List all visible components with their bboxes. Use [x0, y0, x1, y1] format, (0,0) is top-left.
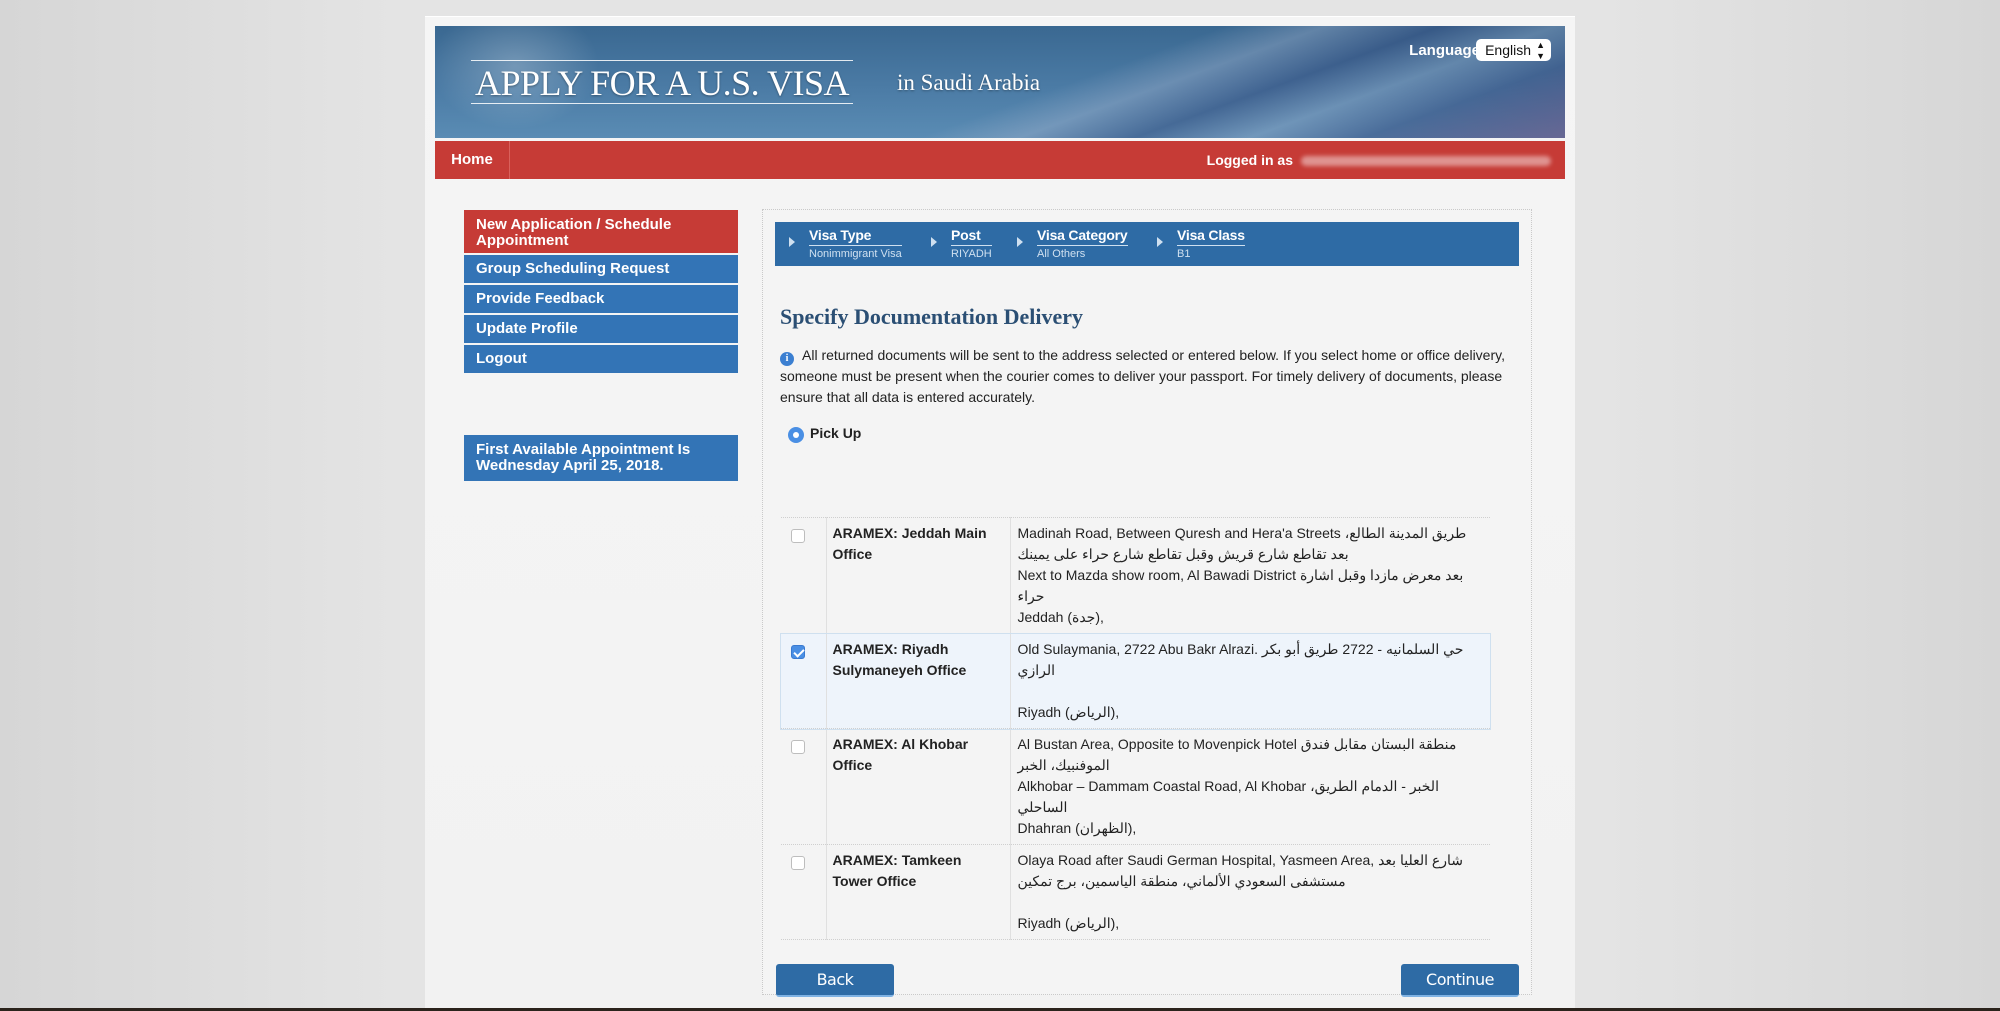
office-address-line: Al Bustan Area, Opposite to Movenpick Ho…	[1017, 736, 1457, 773]
office-row[interactable]: ARAMEX: Al Khobar Office Al Bustan Area, …	[781, 728, 1490, 845]
breadcrumb-title: Visa Type	[809, 227, 902, 246]
sidebar-item-update-profile[interactable]: Update Profile	[464, 315, 738, 343]
sidebar-item-logout[interactable]: Logout	[464, 345, 738, 373]
pickup-label: Pick Up	[810, 425, 862, 441]
office-name: ARAMEX: Jeddah Main Office	[826, 517, 1011, 634]
sidebar-item-provide-feedback[interactable]: Provide Feedback	[464, 285, 738, 313]
office-name: ARAMEX: Tamkeen Tower Office	[826, 844, 1011, 940]
office-address-line: Madinah Road, Between Quresh and Hera'a …	[1017, 525, 1467, 562]
page-container: APPLY FOR A U.S. VISA in Saudi Arabia La…	[425, 16, 1575, 1011]
office-address-line: Next to Mazda show room, Al Bawadi Distr…	[1017, 567, 1464, 604]
main-content: Visa Type Nonimmigrant Visa Post RIYADH …	[762, 209, 1532, 997]
breadcrumb-value: RIYADH	[951, 248, 992, 260]
breadcrumb-visa-category: Visa Category All Others	[1017, 227, 1128, 262]
pickup-radio[interactable]	[788, 427, 804, 443]
office-checkbox[interactable]	[791, 529, 805, 543]
breadcrumb-title: Visa Category	[1037, 227, 1128, 246]
breadcrumb-title: Visa Class	[1177, 227, 1245, 246]
office-checkbox-cell	[781, 517, 827, 634]
breadcrumb-title: Post	[951, 227, 992, 246]
breadcrumb-bar: Visa Type Nonimmigrant Visa Post RIYADH …	[775, 222, 1519, 266]
redacted-email	[1301, 156, 1551, 167]
office-row[interactable]: ARAMEX: Jeddah Main Office Madinah Road, …	[781, 517, 1490, 634]
office-address-line: Old Sulaymania, 2722 Abu Bakr Alrazi. حي…	[1017, 641, 1464, 678]
banner-title: APPLY FOR A U.S. VISA	[475, 63, 850, 103]
office-checkbox[interactable]	[791, 645, 805, 659]
banner-subtitle: in Saudi Arabia	[897, 70, 1041, 95]
office-address: Olaya Road after Saudi German Hospital, …	[1010, 845, 1490, 940]
office-address-line	[1018, 892, 1481, 913]
office-name: ARAMEX: Al Khobar Office	[826, 728, 1011, 845]
office-checkbox-cell	[781, 844, 827, 940]
language-select[interactable]: English ▲ ▼	[1476, 39, 1551, 61]
sidebar-item-new-application[interactable]: New Application / Schedule Appointment	[464, 210, 738, 253]
office-address-line: Riyadh (الرياض),	[1017, 915, 1120, 931]
breadcrumb-value: All Others	[1037, 248, 1086, 260]
office-checkbox-cell	[781, 728, 827, 845]
breadcrumb-post: Post RIYADH	[931, 227, 992, 262]
top-navbar: Home Logged in as	[435, 141, 1565, 179]
header-banner: APPLY FOR A U.S. VISA in Saudi Arabia La…	[435, 26, 1565, 138]
sidebar-item-group-scheduling[interactable]: Group Scheduling Request	[464, 255, 738, 283]
office-checkbox[interactable]	[791, 740, 805, 754]
office-address: Al Bustan Area, Opposite to Movenpick Ho…	[1010, 729, 1490, 845]
breadcrumb-arrow-icon	[789, 237, 795, 247]
breadcrumb-visa-type: Visa Type Nonimmigrant Visa	[789, 227, 902, 262]
info-message: i All returned documents will be sent to …	[780, 345, 1510, 408]
office-address-line	[1018, 681, 1481, 702]
breadcrumb-arrow-icon	[1157, 237, 1163, 247]
office-checkbox-cell	[781, 633, 827, 729]
continue-button[interactable]: Continue	[1401, 964, 1519, 997]
breadcrumb-arrow-icon	[1017, 237, 1023, 247]
breadcrumb-visa-class: Visa Class B1	[1157, 227, 1245, 262]
office-address-line: Alkhobar – Dammam Coastal Road, Al Khoba…	[1017, 778, 1439, 815]
back-button[interactable]: Back	[776, 964, 894, 997]
breadcrumb-value: B1	[1177, 248, 1191, 260]
office-address-line: Dhahran (الظهران),	[1017, 820, 1137, 836]
info-icon: i	[780, 352, 794, 366]
breadcrumb-value: Nonimmigrant Visa	[809, 248, 902, 260]
logged-in-status: Logged in as	[1207, 141, 1551, 179]
page-title: Specify Documentation Delivery	[780, 304, 1084, 329]
banner-title-wrap: APPLY FOR A U.S. VISA	[471, 60, 854, 104]
office-address: Old Sulaymania, 2722 Abu Bakr Alrazi. حي…	[1010, 634, 1490, 729]
first-available-appointment-notice: First Available Appointment Is Wednesday…	[464, 435, 738, 481]
language-label: Language:	[1409, 42, 1485, 59]
office-address-line: Riyadh (الرياض),	[1017, 704, 1120, 720]
office-address-line: Olaya Road after Saudi German Hospital, …	[1017, 852, 1464, 889]
office-row[interactable]: ARAMEX: Riyadh Sulymaneyeh Office Old Sul…	[780, 632, 1491, 730]
language-value: English	[1485, 42, 1531, 58]
sidebar-menu: New Application / Schedule Appointment G…	[464, 210, 738, 375]
office-row[interactable]: ARAMEX: Tamkeen Tower Office Olaya Road a…	[781, 844, 1490, 940]
pickup-option[interactable]: Pick Up	[788, 425, 861, 443]
office-checkbox[interactable]	[791, 856, 805, 870]
select-arrows-icon: ▲ ▼	[1536, 40, 1545, 61]
nav-home-link[interactable]: Home	[435, 141, 510, 179]
breadcrumb-arrow-icon	[931, 237, 937, 247]
office-name: ARAMEX: Riyadh Sulymaneyeh Office	[826, 633, 1011, 729]
office-address: Madinah Road, Between Quresh and Hera'a …	[1010, 518, 1490, 634]
pickup-offices-table: ARAMEX: Jeddah Main Office Madinah Road, …	[780, 517, 1491, 940]
info-text: All returned documents will be sent to t…	[780, 347, 1505, 405]
logged-in-label: Logged in as	[1206, 152, 1293, 168]
office-address-line: Jeddah (جدة),	[1017, 609, 1104, 625]
